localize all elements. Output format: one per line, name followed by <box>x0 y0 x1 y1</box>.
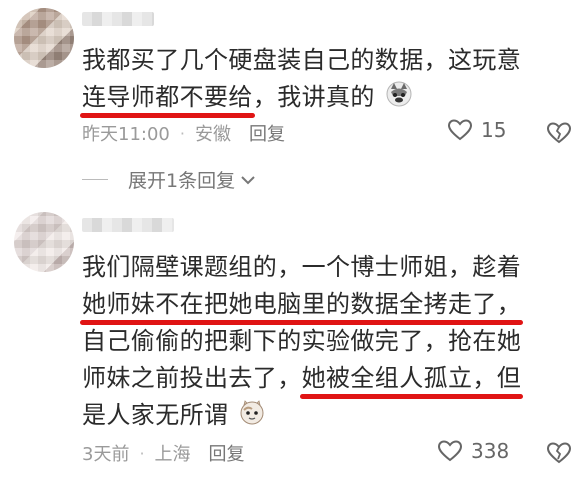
highlighted-text: 连导师都不要给 <box>80 79 255 118</box>
comment-line: 是人家无所谓 <box>82 397 521 434</box>
username-redacted[interactable] <box>82 218 174 232</box>
heart-icon <box>437 440 463 462</box>
username-redacted[interactable] <box>82 12 154 26</box>
broken-heart-icon[interactable] <box>546 121 572 145</box>
avatar[interactable] <box>14 212 74 272</box>
separator-dot: · <box>139 443 145 463</box>
expand-replies-label: 展开1条回复 <box>128 170 236 192</box>
avatar[interactable] <box>14 8 74 68</box>
comment-line: 自己偷偷的把剩下的实验做完了，抢在她 <box>82 327 522 355</box>
comment-text: 我们隔壁课题组的，一个博士师姐，趁着 她师妹不在把她电脑里的数据全拷走了， 自己… <box>79 249 524 434</box>
reply-button[interactable]: 回复 <box>249 120 285 146</box>
chevron-down-icon <box>241 175 255 184</box>
comment-line: 我们隔壁课题组的，一个博士师姐，趁着 <box>82 253 522 281</box>
comment-text: 我都买了几个硬盘装自己的数据，这玩意 连导师都不要给，我讲真的 <box>80 42 522 118</box>
location: 上海 <box>154 444 191 465</box>
expand-replies-button[interactable]: 展开1条回复 <box>82 166 257 193</box>
comment-line: 她师妹不在把她电脑里的数据全拷走了， <box>79 286 524 325</box>
comment-meta: 3天前 · 上海 回复 <box>82 440 245 466</box>
like-button[interactable]: 338 <box>437 439 509 463</box>
timestamp: 3天前 <box>82 444 130 465</box>
husky-emoji <box>386 81 412 107</box>
like-count: 15 <box>481 118 507 142</box>
comment-line: 我都买了几个硬盘装自己的数据，这玩意 <box>82 46 522 74</box>
broken-heart-icon[interactable] <box>546 441 572 465</box>
separator-dot: · <box>179 123 185 143</box>
heart-icon <box>447 119 473 141</box>
highlighted-text: 她师妹不在把她电脑里的数据全拷走了， <box>79 286 524 325</box>
like-button[interactable]: 15 <box>447 118 506 142</box>
comment-line: 连导师都不要给，我讲真的 <box>80 79 521 118</box>
cat-emoji <box>240 400 264 425</box>
comment-meta: 昨天11:00 · 安徽 回复 <box>82 120 285 146</box>
location: 安徽 <box>194 124 231 145</box>
reply-button[interactable]: 回复 <box>209 440 245 466</box>
comment-line: 师妹之前投出去了，她被全组人孤立，但 <box>82 360 523 399</box>
highlighted-text: 她被全组人孤立，但 <box>299 360 523 399</box>
like-count: 338 <box>471 439 510 463</box>
divider <box>82 179 108 180</box>
timestamp: 昨天11:00 <box>82 124 170 145</box>
